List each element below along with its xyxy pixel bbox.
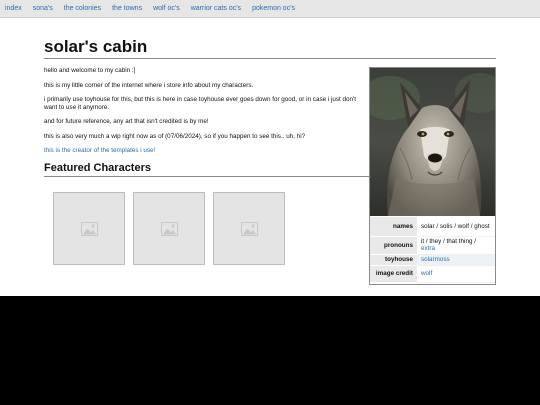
template-credit-link[interactable]: this is the creator of the templates i u… bbox=[44, 147, 155, 154]
intro-paragraph: i primarily use toyhouse for this, but t… bbox=[44, 96, 357, 111]
wolf-photo bbox=[370, 68, 495, 216]
nav-the-towns[interactable]: the towns bbox=[112, 5, 142, 12]
featured-character-thumbnail[interactable] bbox=[213, 192, 285, 265]
top-nav: index sona's the colonies the towns wolf… bbox=[0, 0, 540, 18]
infobox-row-pronouns: pronouns it / they / that thing / extra bbox=[370, 236, 495, 255]
infobox-row-toyhouse: toyhouse solarmoss bbox=[370, 254, 495, 266]
character-infobox: names solar / solis / wolf / ghost prono… bbox=[369, 67, 496, 285]
infobox-label: toyhouse bbox=[370, 254, 417, 266]
infobox-value-text: it / they / that thing / bbox=[421, 238, 476, 245]
image-placeholder-icon bbox=[160, 221, 178, 236]
intro-paragraph: this is my little corner of the internet… bbox=[44, 81, 254, 89]
toyhouse-link[interactable]: solarmoss bbox=[417, 254, 495, 266]
image-credit-link[interactable]: wolf bbox=[417, 265, 495, 283]
image-placeholder-icon bbox=[240, 221, 258, 236]
infobox-label: names bbox=[370, 217, 417, 237]
nav-wolf-ocs[interactable]: wolf oc's bbox=[153, 5, 180, 12]
infobox-label: image credit bbox=[370, 265, 417, 283]
featured-character-thumbnail[interactable] bbox=[133, 192, 205, 265]
infobox-row-image-credit: image credit wolf bbox=[370, 265, 495, 283]
nav-warrior-cats-ocs[interactable]: warrior cats oc's bbox=[191, 5, 241, 12]
nav-the-colonies[interactable]: the colonies bbox=[64, 5, 101, 12]
intro-paragraph: and for future reference, any art that i… bbox=[44, 118, 209, 125]
featured-characters-heading: Featured Characters bbox=[44, 162, 370, 177]
infobox-row-names: names solar / solis / wolf / ghost bbox=[370, 217, 495, 237]
pronouns-extra-link[interactable]: extra bbox=[421, 245, 493, 252]
image-placeholder-icon bbox=[80, 221, 98, 236]
nav-pokemon-ocs[interactable]: pokemon oc's bbox=[252, 5, 295, 12]
infobox-value: it / they / that thing / extra bbox=[417, 236, 495, 255]
nav-sonas[interactable]: sona's bbox=[33, 5, 53, 12]
featured-character-thumbnail[interactable] bbox=[53, 192, 125, 265]
infobox-label: pronouns bbox=[370, 236, 417, 255]
infobox-table: names solar / solis / wolf / ghost prono… bbox=[370, 217, 495, 283]
infobox-value: solar / solis / wolf / ghost bbox=[417, 217, 495, 237]
page-title: solar's cabin bbox=[44, 38, 496, 59]
page-content: solar's cabin hello and welcome to my ca… bbox=[0, 18, 540, 296]
intro-text: hello and welcome to my cabin :] this is… bbox=[44, 67, 362, 162]
intro-paragraph: this is also very much a wip right now a… bbox=[44, 132, 306, 140]
nav-index[interactable]: index bbox=[5, 5, 22, 12]
intro-paragraph: hello and welcome to my cabin :] bbox=[44, 67, 136, 74]
